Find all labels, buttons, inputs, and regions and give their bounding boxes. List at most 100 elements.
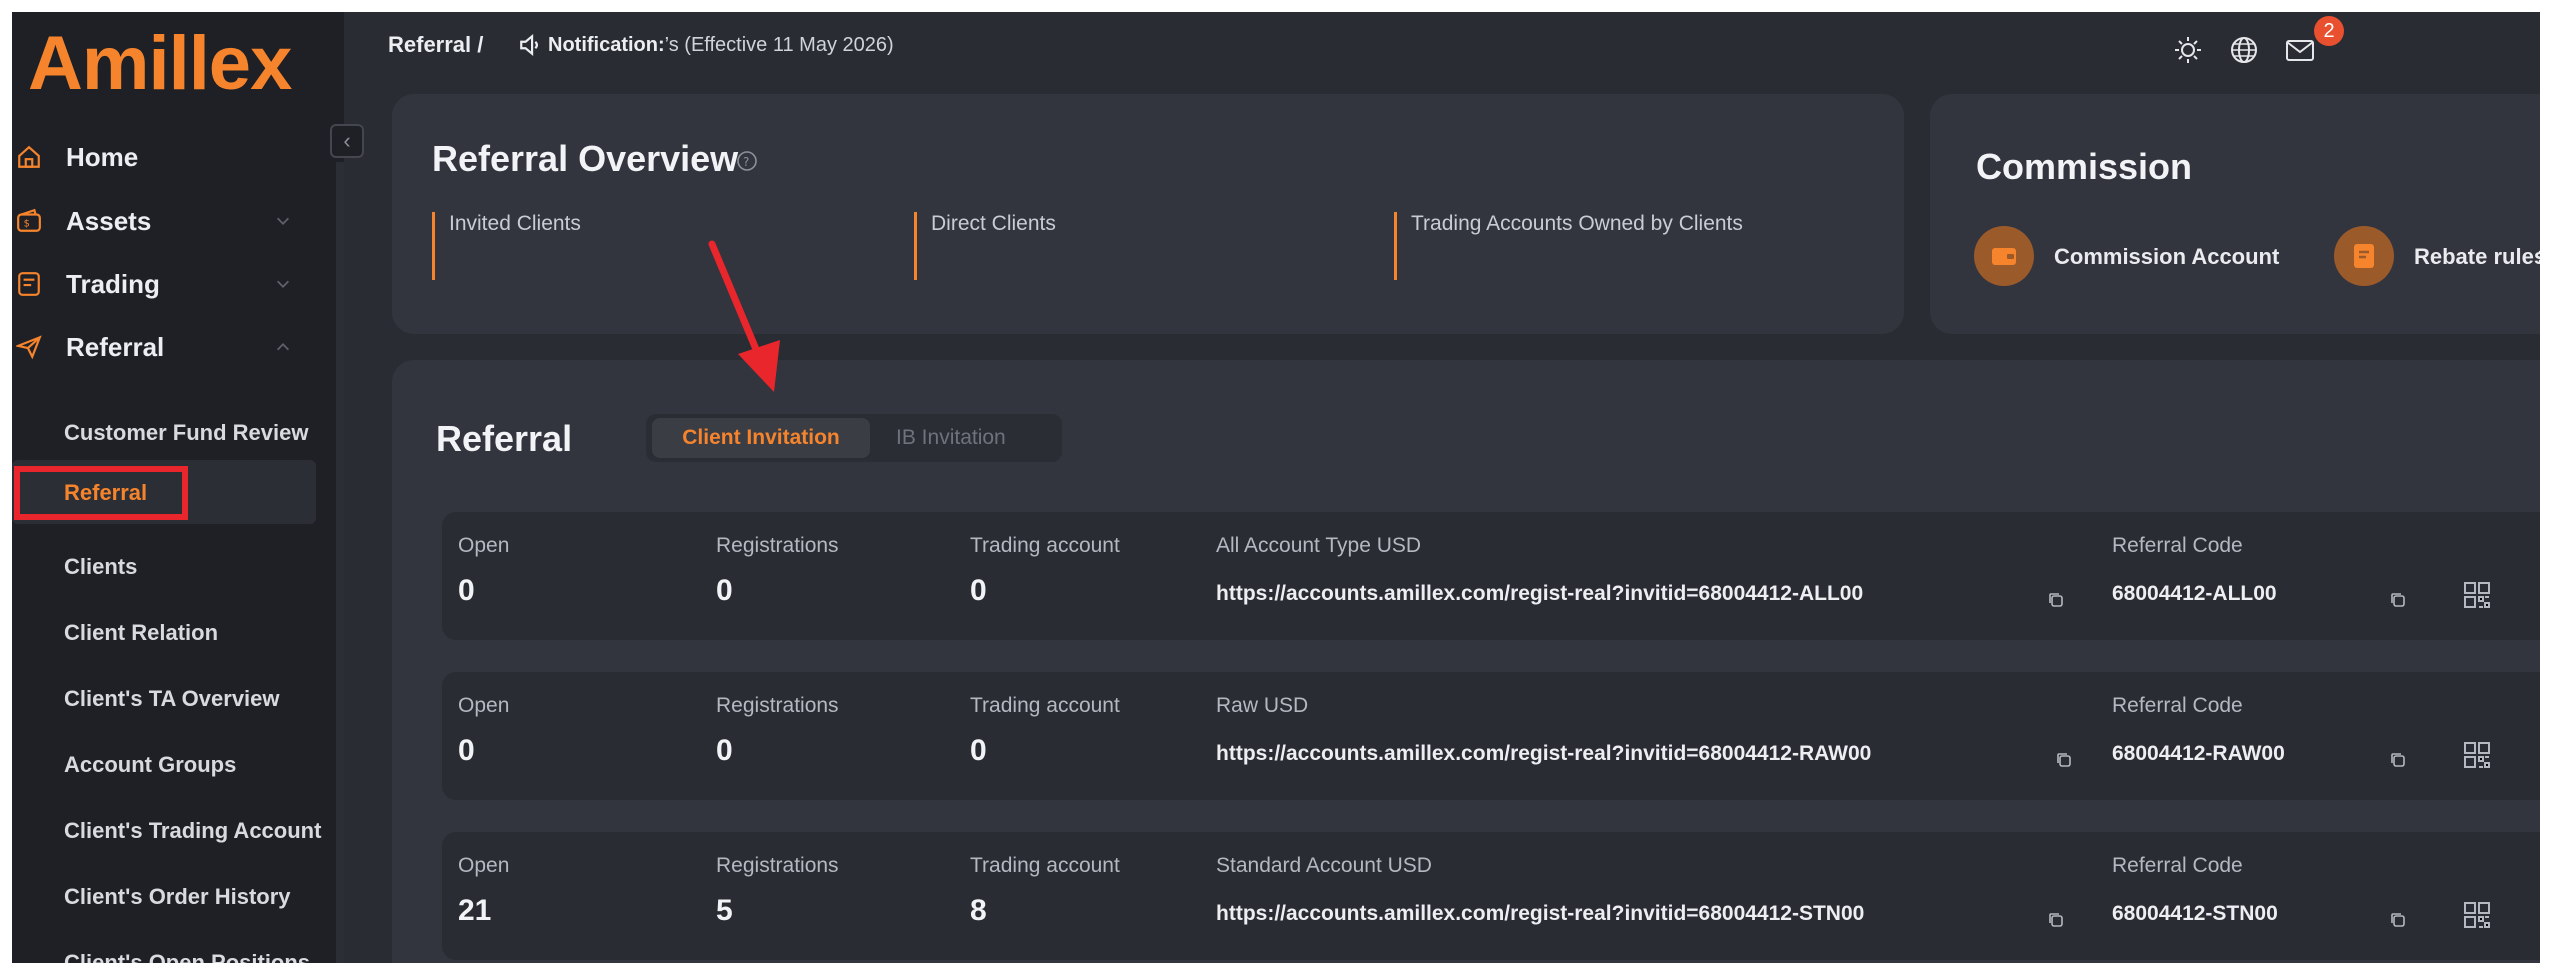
- speaker-icon: [520, 34, 539, 56]
- paper-plane-icon: [16, 335, 42, 360]
- commission-card: Commission Commission Account Rebate rul…: [1930, 94, 2540, 334]
- notification-label: Notification:: [548, 34, 665, 56]
- sidebar-subitem-trading-account[interactable]: Client's Trading Account: [64, 818, 321, 844]
- overview-title: Referral Overview: [432, 138, 739, 179]
- referral-title: Referral: [436, 418, 573, 459]
- open-label: Open: [458, 534, 510, 557]
- sidebar-item-label: Referral: [66, 331, 165, 362]
- commission-account-label[interactable]: Commission Account: [2054, 244, 2279, 270]
- commission-title: Commission: [1976, 146, 2193, 187]
- sidebar-scrollbar[interactable]: [336, 162, 344, 963]
- globe-icon[interactable]: [2228, 34, 2260, 66]
- referral-link-row: Open 21 Registrations 5 Trading account …: [442, 832, 2540, 960]
- tab-ib-invitation[interactable]: IB Invitation: [896, 418, 1006, 458]
- referral-code-label: Referral Code: [2112, 694, 2243, 717]
- qr-code-icon[interactable]: [2462, 740, 2492, 770]
- referral-link-row: Open 0 Registrations 0 Trading account 0…: [442, 672, 2540, 800]
- tab-client-invitation[interactable]: Client Invitation: [652, 418, 870, 458]
- open-value: 21: [458, 894, 492, 927]
- breadcrumb[interactable]: Referral /: [388, 32, 483, 58]
- sidebar-item-home[interactable]: Home: [12, 132, 322, 182]
- account-type-label: Standard Account USD: [1216, 854, 1432, 877]
- account-type-label: All Account Type USD: [1216, 534, 1422, 557]
- copy-icon[interactable]: [2046, 590, 2066, 610]
- referral-url[interactable]: https://accounts.amillex.com/regist-real…: [1216, 582, 1863, 606]
- sidebar-subitem-open-positions[interactable]: Client's Open Positions: [64, 950, 310, 963]
- highlight-box: [14, 466, 188, 520]
- referral-overview-card: Referral Overview ? Invited Clients Dire…: [392, 94, 1904, 334]
- trading-account-value: 8: [970, 894, 987, 927]
- metric-trading-accounts: Trading Accounts Owned by Clients: [1394, 212, 1743, 280]
- rebate-rules-label[interactable]: Rebate rules: [2414, 244, 2540, 270]
- chevron-down-icon: [276, 280, 290, 288]
- referral-link-row: Open 0 Registrations 0 Trading account 0…: [442, 512, 2540, 640]
- mail-icon[interactable]: [2284, 34, 2316, 66]
- metric-invited-clients: Invited Clients: [432, 212, 581, 280]
- sidebar-item-label: Assets: [66, 205, 152, 236]
- svg-text:$: $: [24, 218, 30, 229]
- rebate-rules-button[interactable]: [2334, 226, 2394, 286]
- registrations-value: 5: [716, 894, 733, 927]
- trading-account-label: Trading account: [970, 694, 1120, 717]
- chevron-right-icon[interactable]: >: [2538, 244, 2540, 270]
- sidebar-item-referral[interactable]: Referral: [12, 322, 322, 372]
- metric-direct-clients: Direct Clients: [914, 212, 1056, 280]
- referral-code-label: Referral Code: [2112, 534, 2243, 557]
- copy-icon[interactable]: [2388, 750, 2408, 770]
- sidebar-subitem-account-groups[interactable]: Account Groups: [64, 752, 236, 778]
- registrations-label: Registrations: [716, 534, 839, 557]
- open-label: Open: [458, 694, 510, 717]
- app-window: Amillex Home $ Assets Trading Referral C…: [12, 12, 2540, 963]
- help-icon[interactable]: ?: [736, 150, 758, 172]
- referral-code-label: Referral Code: [2112, 854, 2243, 877]
- trading-account-label: Trading account: [970, 854, 1120, 877]
- referral-code-value[interactable]: 68004412-RAW00: [2112, 742, 2285, 766]
- theme-toggle-icon[interactable]: [2172, 34, 2204, 66]
- home-icon: [18, 145, 40, 168]
- notification-text: ’s (Effective 11 May 2026): [664, 34, 894, 56]
- sidebar-subitem-ta-overview[interactable]: Client's TA Overview: [64, 686, 280, 712]
- trading-icon: [18, 272, 40, 296]
- sidebar-item-trading[interactable]: Trading: [12, 259, 322, 309]
- referral-url[interactable]: https://accounts.amillex.com/regist-real…: [1216, 902, 1864, 926]
- open-label: Open: [458, 854, 510, 877]
- sidebar-subitem-clients[interactable]: Clients: [64, 554, 137, 580]
- trading-account-value: 0: [970, 734, 987, 767]
- sidebar-item-label: Trading: [66, 268, 160, 299]
- registrations-value: 0: [716, 734, 733, 767]
- chevron-down-icon: [276, 217, 290, 225]
- qr-code-icon[interactable]: [2462, 900, 2492, 930]
- collapse-sidebar-button[interactable]: ‹: [330, 124, 364, 158]
- notification-banner[interactable]: Notification:’s (Effective 11 May 2026): [548, 34, 894, 57]
- commission-account-button[interactable]: [1974, 226, 2034, 286]
- copy-icon[interactable]: [2054, 750, 2074, 770]
- copy-icon[interactable]: [2046, 910, 2066, 930]
- referral-url[interactable]: https://accounts.amillex.com/regist-real…: [1216, 742, 1871, 766]
- open-value: 0: [458, 574, 475, 607]
- svg-text:?: ?: [743, 155, 749, 169]
- sidebar-item-assets[interactable]: $ Assets: [12, 196, 322, 246]
- chevron-up-icon: [276, 343, 290, 351]
- wallet-icon: [1992, 248, 2016, 265]
- referral-code-value[interactable]: 68004412-STN00: [2112, 902, 2278, 926]
- brand-logo[interactable]: Amillex: [28, 20, 292, 107]
- red-arrow-annotation: [708, 240, 780, 392]
- document-icon: [2354, 244, 2374, 268]
- sidebar: Amillex Home $ Assets Trading Referral C…: [12, 12, 344, 963]
- copy-icon[interactable]: [2388, 590, 2408, 610]
- qr-code-icon[interactable]: [2462, 580, 2492, 610]
- sidebar-subitem-client-relation[interactable]: Client Relation: [64, 620, 218, 646]
- referral-code-value[interactable]: 68004412-ALL00: [2112, 582, 2277, 606]
- invitation-tabs: Client Invitation IB Invitation: [646, 414, 1062, 462]
- sidebar-subitem-order-history[interactable]: Client's Order History: [64, 884, 291, 910]
- trading-account-value: 0: [970, 574, 987, 607]
- mail-badge: 2: [2314, 16, 2344, 46]
- wallet-icon: $: [17, 208, 41, 232]
- registrations-label: Registrations: [716, 694, 839, 717]
- referral-card: Referral Client Invitation IB Invitation…: [392, 360, 2540, 963]
- sidebar-item-label: Home: [66, 141, 139, 172]
- registrations-value: 0: [716, 574, 733, 607]
- copy-icon[interactable]: [2388, 910, 2408, 930]
- sidebar-subitem-customer-fund-review[interactable]: Customer Fund Review: [64, 420, 308, 446]
- account-type-label: Raw USD: [1216, 694, 1309, 717]
